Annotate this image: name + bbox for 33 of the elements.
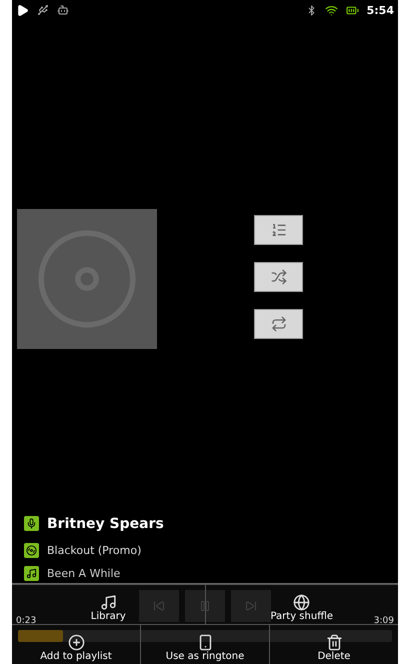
- music-note-icon: [24, 566, 39, 580]
- shuffle-icon: [270, 269, 286, 285]
- play-icon: [16, 4, 29, 16]
- clock-time: 5:54: [366, 4, 394, 16]
- globe-icon: [293, 594, 310, 611]
- disc-icon: [24, 543, 39, 558]
- repeat-icon: [270, 316, 286, 332]
- total-time: 3:09: [374, 616, 394, 626]
- queue-button[interactable]: [254, 215, 303, 245]
- pause-button[interactable]: [185, 590, 225, 622]
- menu-item[interactable]: Use as ringtone: [140, 624, 269, 664]
- music-note-icon: [100, 594, 117, 611]
- usb-icon: [37, 4, 49, 16]
- track-name: Been A While: [47, 566, 120, 580]
- microphone-icon: [24, 516, 39, 531]
- list-icon: [270, 222, 286, 238]
- album-name: Blackout (Promo): [47, 544, 142, 557]
- wifi-icon: [324, 4, 338, 16]
- next-icon: [245, 600, 257, 612]
- progress-track[interactable]: [18, 630, 392, 642]
- repeat-button[interactable]: [254, 309, 303, 339]
- previous-icon: [153, 600, 165, 612]
- robot-icon: [57, 4, 69, 16]
- delete-icon: [326, 634, 342, 651]
- battery-icon: [346, 4, 359, 16]
- menu-item[interactable]: Delete: [269, 624, 398, 664]
- elapsed-time: 0:23: [16, 616, 36, 626]
- artist-name: Britney Spears: [47, 516, 164, 532]
- bluetooth-icon: [306, 4, 317, 16]
- shuffle-button[interactable]: [254, 262, 303, 292]
- pause-icon: [199, 600, 211, 612]
- add-icon: [68, 634, 84, 651]
- menu-item[interactable]: Add to playlist: [12, 624, 140, 664]
